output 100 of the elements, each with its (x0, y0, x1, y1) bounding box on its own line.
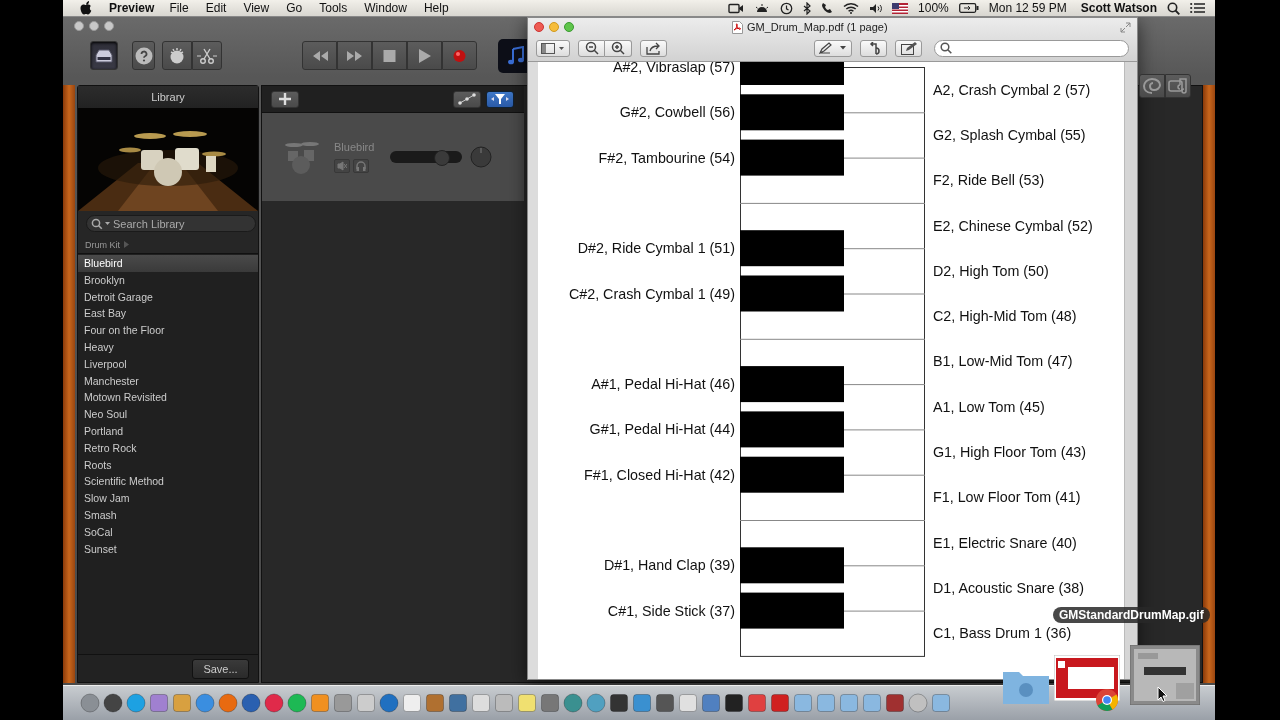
library-item[interactable]: Portland (78, 422, 258, 440)
add-track-button[interactable] (271, 90, 299, 108)
library-item[interactable]: Scientific Method (78, 473, 258, 491)
brightness-icon[interactable] (754, 2, 771, 14)
search-icon (940, 42, 952, 54)
rotate-button[interactable] (860, 39, 887, 57)
share-button[interactable] (640, 39, 667, 57)
zoom-out-icon (584, 41, 599, 55)
speaker-off-icon (337, 161, 347, 171)
help-button[interactable] (132, 41, 155, 70)
slider-thumb[interactable] (434, 150, 451, 166)
volume-icon[interactable] (869, 2, 883, 14)
app-icon[interactable] (724, 693, 744, 713)
loop-browser-button[interactable] (1139, 74, 1165, 98)
key-label: A1, Low Tom (45) (933, 397, 1045, 416)
media-browser-button[interactable] (1165, 74, 1191, 98)
window-thumbnail-icon[interactable] (1054, 655, 1120, 701)
scissors-button[interactable] (192, 41, 222, 70)
list-icon[interactable] (1190, 2, 1205, 14)
menu-item[interactable]: Window (364, 1, 407, 15)
library-item[interactable]: Neo Soul (78, 406, 258, 423)
document-thumbnail-icon[interactable] (1130, 645, 1200, 705)
key-label: B1, Low-Mid Tom (47) (933, 352, 1073, 371)
app-icon[interactable] (885, 693, 905, 713)
app-menu[interactable]: Preview (109, 1, 155, 15)
key-label: F1, Low Floor Tom (41) (933, 488, 1081, 507)
library-item[interactable]: Slow Jam (78, 490, 258, 507)
menu-item[interactable]: File (169, 1, 189, 15)
library-item[interactable]: Brooklyn (78, 271, 258, 289)
menu-item[interactable]: Edit (205, 1, 227, 15)
menu-item[interactable]: Help (423, 1, 449, 15)
library-item[interactable]: Manchester (78, 372, 258, 390)
video-camera-icon[interactable] (728, 2, 745, 14)
annotate-button[interactable] (814, 39, 852, 57)
bluetooth-icon[interactable] (803, 1, 812, 15)
app-icon[interactable] (609, 693, 629, 713)
cursor-icon (1157, 686, 1168, 702)
battery-icon[interactable] (958, 3, 979, 13)
library-item[interactable]: Sunset (78, 540, 258, 558)
key-label: F#2, Tambourine (54) (598, 148, 735, 167)
zoom-in-icon (611, 41, 625, 55)
tuner-icon (168, 46, 186, 65)
solo-button[interactable] (353, 159, 369, 173)
phone-icon[interactable] (821, 2, 834, 14)
chrome-icon[interactable] (1095, 688, 1119, 712)
library-item[interactable]: Retro Rock (78, 439, 258, 457)
edit-button[interactable] (895, 39, 922, 57)
library-item[interactable]: Smash (78, 506, 258, 524)
clock-icon[interactable] (780, 1, 794, 15)
tuner-button[interactable] (162, 41, 192, 70)
menu-item[interactable]: Tools (319, 1, 348, 15)
zoom-in-button[interactable] (605, 39, 632, 57)
key-label: F#1, Closed Hi-Hat (42) (584, 465, 735, 484)
library-item[interactable]: Heavy (78, 339, 258, 356)
app-icon[interactable] (241, 693, 261, 713)
library-item[interactable]: Detroit Garage (78, 288, 258, 306)
library-button[interactable] (90, 41, 118, 70)
menu-item[interactable]: View (243, 1, 270, 15)
automation-button[interactable] (453, 90, 481, 108)
rewind-button[interactable] (302, 41, 337, 70)
key-label: D2, High Tom (50) (933, 261, 1049, 280)
sidebar-button[interactable] (536, 39, 570, 57)
key-label: G1, High Floor Tom (43) (933, 443, 1087, 462)
library-item[interactable]: SoCal (78, 523, 258, 541)
app-icon[interactable] (655, 693, 675, 713)
flex-icon (491, 93, 509, 105)
tooltip: GMStandardDrumMap.gif (1053, 607, 1210, 623)
zoom-out-button[interactable] (578, 39, 605, 57)
window-title: GM_Drum_Map.pdf (1 page) (747, 21, 888, 33)
flex-time-button[interactable] (486, 90, 514, 108)
wifi-icon[interactable] (843, 2, 860, 14)
search-field[interactable] (934, 39, 1129, 57)
menu-clock[interactable]: Mon 12 59 PM (988, 1, 1067, 15)
key-label: C2, High-Mid Tom (48) (933, 307, 1077, 326)
search-field[interactable]: Search Library (86, 215, 256, 232)
library-item[interactable]: Motown Revisited (78, 389, 258, 407)
user-name[interactable]: Scott Watson (1080, 1, 1157, 15)
menu-item[interactable]: Go (286, 1, 303, 15)
library-item[interactable]: East Bay (78, 305, 258, 323)
play-button[interactable] (407, 41, 442, 70)
search-icon[interactable] (1167, 1, 1180, 15)
fast-forward-button[interactable] (337, 41, 372, 70)
fullscreen-icon[interactable] (1120, 21, 1131, 33)
library-item[interactable]: Roots (78, 456, 258, 474)
save-button[interactable]: Save... (192, 658, 249, 679)
key-label: A#2, Vibraslap (57) (612, 62, 735, 76)
knob-icon[interactable] (470, 146, 493, 168)
loop-icon (1142, 77, 1162, 95)
library-item[interactable]: Bluebird (78, 255, 258, 272)
flag-icon[interactable] (892, 2, 909, 14)
key-label: C#2, Crash Cymbal 1 (49) (568, 284, 735, 303)
breadcrumb-link[interactable]: Drum Kit (85, 239, 120, 250)
app-icon[interactable] (103, 693, 123, 713)
volume-slider[interactable] (390, 151, 463, 163)
mute-button[interactable] (334, 159, 350, 173)
stop-button[interactable] (372, 41, 407, 70)
library-item[interactable]: Four on the Floor (78, 322, 258, 339)
library-item[interactable]: Liverpool (78, 355, 258, 373)
rewind-icon (311, 48, 328, 63)
chevron-icon (124, 241, 129, 248)
